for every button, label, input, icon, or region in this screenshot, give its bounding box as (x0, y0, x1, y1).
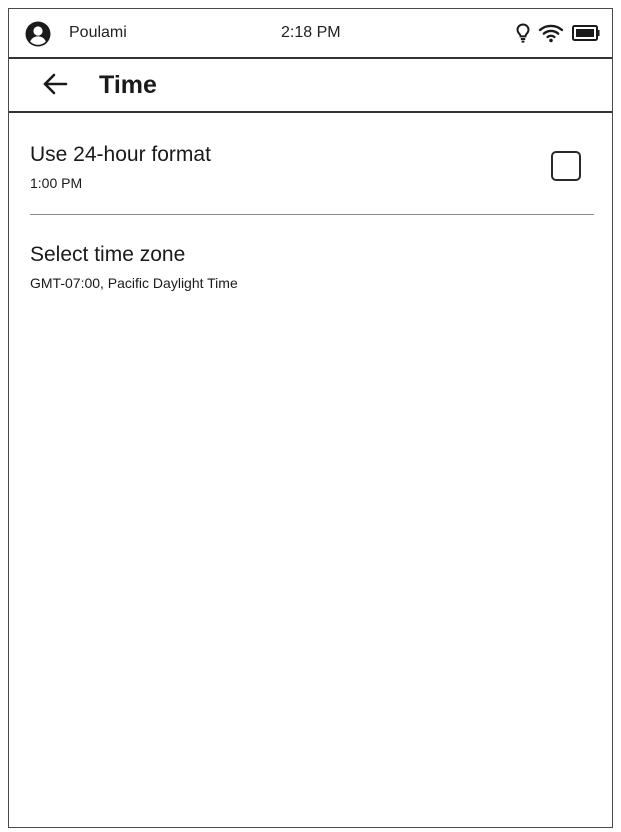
setting-label: Select time zone (30, 243, 186, 266)
title-bar: Time (9, 59, 612, 113)
setting-select-time-zone[interactable]: Select time zone GMT-07:00, Pacific Dayl… (9, 231, 612, 311)
use-24-hour-checkbox[interactable] (551, 151, 581, 181)
avatar-icon[interactable] (25, 21, 51, 47)
arrow-left-icon (42, 73, 68, 100)
status-icons (516, 21, 600, 45)
clock: 2:18 PM (281, 24, 341, 41)
user-name: Poulami (69, 24, 127, 41)
setting-subtitle: 1:00 PM (30, 175, 83, 191)
page-title: Time (99, 71, 157, 99)
wifi-icon[interactable] (538, 23, 564, 43)
setting-use-24-hour-format[interactable]: Use 24-hour format 1:00 PM (9, 129, 612, 217)
device-screen: Poulami 2:18 PM Time Use 24-hour format … (8, 8, 613, 828)
battery-icon[interactable] (572, 24, 600, 42)
light-bulb-icon[interactable] (516, 23, 530, 43)
back-button[interactable] (37, 71, 73, 101)
setting-label: Use 24-hour format (30, 143, 211, 166)
setting-subtitle: GMT-07:00, Pacific Daylight Time (30, 275, 238, 291)
divider (30, 214, 594, 215)
status-bar: Poulami 2:18 PM (9, 9, 612, 59)
